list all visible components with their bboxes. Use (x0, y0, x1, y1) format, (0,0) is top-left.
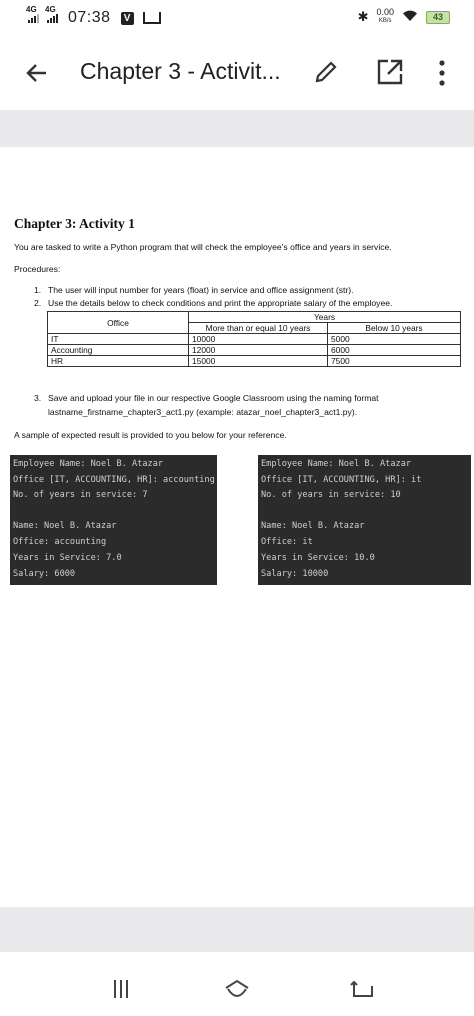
col-lt10-header: Below 10 years (327, 322, 461, 334)
more-vert-icon[interactable] (430, 58, 454, 88)
bottom-gray-band (0, 907, 474, 952)
network-speed: 0.00 KB/s (376, 7, 394, 25)
years-header: Years (188, 311, 461, 323)
status-left: 4G 4G 07:38 V (26, 5, 161, 27)
terminal-line: Employee Name: Noel B. Atazar (261, 459, 412, 469)
salary-cell: 7500 (327, 355, 461, 367)
terminal-line: Salary: 10000 (261, 569, 329, 579)
recents-icon[interactable] (106, 974, 136, 1004)
top-gray-band (0, 110, 474, 147)
salary-cell: 10000 (188, 333, 328, 345)
terminal-line: No. of years in service: 7 (13, 490, 148, 500)
table-row: Office Years (47, 311, 461, 334)
status-bar: 4G 4G 07:38 V ✱ 0.00 KB/s 43 (0, 0, 474, 36)
chapter-heading: Chapter 3: Activity 1 (14, 216, 135, 231)
clock: 07:38 (68, 9, 111, 26)
sample-note: A sample of expected result is provided … (14, 430, 287, 440)
office-cell: HR (47, 355, 189, 367)
office-cell: IT (47, 333, 189, 345)
terminal-line: Employee Name: Noel B. Atazar (13, 459, 164, 469)
salary-cell: 15000 (188, 355, 328, 367)
terminal-line: No. of years in service: 10 (261, 490, 401, 500)
procedures-label: Procedures: (14, 264, 61, 274)
step-2: 2. Use the details below to check conditi… (34, 298, 393, 308)
signal-icon-2: 4G (45, 5, 58, 23)
edit-pencil-icon[interactable] (312, 58, 340, 86)
document-page[interactable]: Chapter 3: Activity 1 You are tasked to … (0, 147, 474, 907)
terminal-line: Office: it (261, 537, 313, 547)
col-ge10-header: More than or equal 10 years (188, 322, 328, 334)
app-notification-icon: V (120, 11, 134, 25)
home-icon[interactable] (222, 974, 252, 1004)
open-in-new-icon[interactable] (376, 58, 404, 86)
terminal-line: Name: Noel B. Atazar (261, 521, 365, 531)
table-row: HR 15000 7500 (47, 355, 461, 367)
app-bar: Chapter 3 - Activit... (0, 36, 474, 110)
step-1: 1. The user will input number for years (… (34, 285, 354, 295)
signal-icon: 4G (26, 5, 39, 23)
terminal-output-1: Employee Name: Noel B. Atazar Office [IT… (10, 455, 217, 585)
salary-cell: 5000 (327, 333, 461, 345)
office-header: Office (47, 311, 189, 334)
battery-icon: 43 (426, 10, 450, 24)
terminal-output-2: Employee Name: Noel B. Atazar Office [IT… (258, 455, 471, 585)
wifi-icon (402, 10, 418, 25)
terminal-line: Office [IT, ACCOUNTING, HR]: accounting (13, 475, 215, 485)
system-nav-bar (0, 960, 474, 1016)
salary-table: Office Years More than or equal 10 years… (47, 311, 461, 367)
book-icon (142, 12, 161, 24)
terminal-line: Office [IT, ACCOUNTING, HR]: it (261, 475, 422, 485)
table-row: Accounting 12000 6000 (47, 344, 461, 356)
status-right: ✱ 0.00 KB/s 43 (358, 8, 450, 26)
terminal-line: Years in Service: 10.0 (261, 553, 375, 563)
salary-cell: 12000 (188, 344, 328, 356)
back-arrow-icon[interactable] (24, 60, 50, 86)
table-row: IT 10000 5000 (47, 333, 461, 345)
bluetooth-icon: ✱ (357, 9, 369, 24)
intro-text: You are tasked to write a Python program… (14, 242, 392, 252)
page-title: Chapter 3 - Activit... (80, 58, 281, 84)
salary-cell: 6000 (327, 344, 461, 356)
terminal-line: Name: Noel B. Atazar (13, 521, 117, 531)
terminal-line: Office: accounting (13, 537, 107, 547)
step-3-line-2: lastname_firstname_chapter3_act1.py (exa… (48, 407, 358, 417)
terminal-line: Years in Service: 7.0 (13, 553, 122, 563)
terminal-line: Salary: 6000 (13, 569, 76, 579)
step-3: 3. Save and upload your file in our respe… (34, 393, 379, 403)
office-cell: Accounting (47, 344, 189, 356)
back-icon[interactable] (348, 974, 378, 1004)
